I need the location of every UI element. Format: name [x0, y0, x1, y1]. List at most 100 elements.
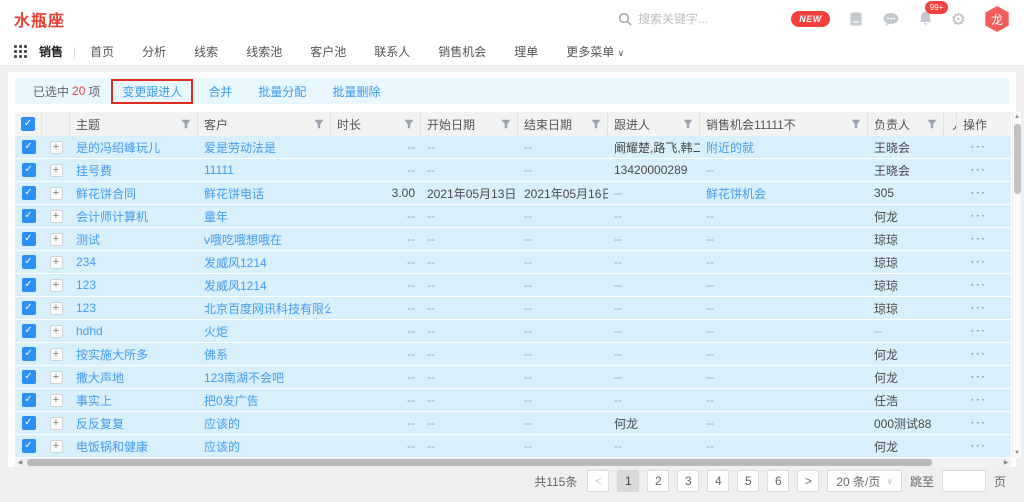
- subject-cell-text[interactable]: 123: [76, 301, 96, 315]
- row-actions-cell[interactable]: ···: [957, 136, 1001, 158]
- subject-cell[interactable]: 测试: [70, 228, 198, 250]
- nav-item-6[interactable]: 销售机会: [438, 43, 486, 60]
- bulk-action-button[interactable]: 批量分配: [258, 83, 306, 100]
- row-actions-cell[interactable]: ···: [957, 366, 1001, 388]
- nav-more-menu[interactable]: 更多菜单 ∨: [566, 43, 624, 60]
- bulk-action-button[interactable]: 合并: [208, 83, 232, 100]
- page-button-3[interactable]: 3: [677, 470, 699, 492]
- expand-row-button[interactable]: +: [50, 141, 63, 154]
- customer-cell[interactable]: 应该的: [198, 412, 331, 434]
- row-actions-cell[interactable]: ···: [957, 251, 1001, 273]
- subject-cell[interactable]: 按实施大所多: [70, 343, 198, 365]
- subject-cell-text[interactable]: 是的冯绍峰玩儿: [76, 139, 160, 156]
- row-checkbox[interactable]: ✓: [22, 370, 36, 384]
- row-checkbox[interactable]: ✓: [22, 301, 36, 315]
- customer-cell[interactable]: v哦吃哦想哦在: [198, 228, 331, 250]
- more-actions-icon[interactable]: ···: [971, 395, 987, 406]
- row-actions-cell[interactable]: ···: [957, 435, 1001, 457]
- page-button-2[interactable]: 2: [647, 470, 669, 492]
- row-checkbox[interactable]: ✓: [22, 209, 36, 223]
- horizontal-scrollbar[interactable]: ◀ ▶: [15, 458, 1011, 467]
- nav-item-3[interactable]: 线索池: [246, 43, 282, 60]
- user-avatar[interactable]: 龙: [984, 6, 1010, 32]
- expand-row-button[interactable]: +: [50, 348, 63, 361]
- subject-cell[interactable]: 鲜花饼合同: [70, 182, 198, 204]
- expand-row-button[interactable]: +: [50, 371, 63, 384]
- nav-item-5[interactable]: 联系人: [374, 43, 410, 60]
- notebook-icon[interactable]: [848, 11, 864, 27]
- subject-cell-text[interactable]: 测试: [76, 231, 100, 248]
- customer-cell-text[interactable]: 11111: [204, 163, 234, 177]
- filter-icon[interactable]: [851, 119, 861, 129]
- subject-cell[interactable]: 反反复复: [70, 412, 198, 434]
- subject-cell-text[interactable]: 按实施大所多: [76, 346, 148, 363]
- subject-cell-text[interactable]: 鲜花饼合同: [76, 185, 136, 202]
- scroll-up-icon[interactable]: ▲: [1014, 112, 1020, 122]
- filter-icon[interactable]: [181, 119, 191, 129]
- customer-cell-text[interactable]: 火炬: [204, 323, 228, 340]
- customer-cell-text[interactable]: 鲜花饼电话: [204, 185, 264, 202]
- row-checkbox[interactable]: ✓: [22, 324, 36, 338]
- subject-cell[interactable]: 电饭锅和健康: [70, 435, 198, 457]
- row-checkbox[interactable]: ✓: [22, 163, 36, 177]
- gear-icon[interactable]: ⚙: [951, 11, 966, 28]
- expand-row-button[interactable]: +: [50, 302, 63, 315]
- customer-cell[interactable]: 鲜花饼电话: [198, 182, 331, 204]
- customer-cell[interactable]: 爱是劳动法是: [198, 136, 331, 158]
- nav-item-4[interactable]: 客户池: [310, 43, 346, 60]
- customer-cell[interactable]: 123南湖不会吧: [198, 366, 331, 388]
- row-actions-cell[interactable]: ···: [957, 389, 1001, 411]
- search-input[interactable]: [638, 12, 788, 26]
- bulk-action-button[interactable]: 变更跟进人: [111, 79, 193, 104]
- expand-row-button[interactable]: +: [50, 210, 63, 223]
- subject-cell[interactable]: 撒大声地: [70, 366, 198, 388]
- customer-cell-text[interactable]: 佛系: [204, 346, 228, 363]
- subject-cell-text[interactable]: 反反复复: [76, 415, 124, 432]
- expand-row-button[interactable]: +: [50, 417, 63, 430]
- subject-cell[interactable]: 会计师计算机: [70, 205, 198, 227]
- page-button-1[interactable]: 1: [617, 470, 639, 492]
- expand-row-button[interactable]: +: [50, 164, 63, 177]
- customer-cell-text[interactable]: 发威风1214: [204, 277, 267, 294]
- subject-cell[interactable]: 234: [70, 251, 198, 273]
- row-actions-cell[interactable]: ···: [957, 228, 1001, 250]
- subject-cell-text[interactable]: 电饭锅和健康: [76, 438, 148, 455]
- customer-cell[interactable]: 佛系: [198, 343, 331, 365]
- jump-page-input[interactable]: [942, 470, 986, 492]
- expand-row-button[interactable]: +: [50, 187, 63, 200]
- more-actions-icon[interactable]: ···: [971, 234, 987, 245]
- subject-cell[interactable]: 123: [70, 274, 198, 296]
- vertical-scrollbar[interactable]: ▲ ▼: [1012, 112, 1021, 458]
- bulk-action-button[interactable]: 批量删除: [332, 83, 380, 100]
- subject-cell-text[interactable]: 挂号费: [76, 162, 112, 179]
- nav-item-0[interactable]: 首页: [90, 43, 114, 60]
- expand-row-button[interactable]: +: [50, 233, 63, 246]
- subject-cell[interactable]: 是的冯绍峰玩儿: [70, 136, 198, 158]
- subject-cell[interactable]: hdhd: [70, 320, 198, 342]
- subject-cell-text[interactable]: 会计师计算机: [76, 208, 148, 225]
- row-checkbox[interactable]: ✓: [22, 232, 36, 246]
- chat-icon[interactable]: [882, 12, 900, 27]
- more-actions-icon[interactable]: ···: [971, 326, 987, 337]
- row-actions-cell[interactable]: ···: [957, 297, 1001, 319]
- subject-cell[interactable]: 123: [70, 297, 198, 319]
- more-actions-icon[interactable]: ···: [971, 188, 987, 199]
- row-checkbox[interactable]: ✓: [22, 140, 36, 154]
- subject-cell-text[interactable]: 事实上: [76, 392, 112, 409]
- filter-icon[interactable]: [927, 119, 937, 129]
- more-actions-icon[interactable]: ···: [971, 280, 987, 291]
- more-actions-icon[interactable]: ···: [971, 349, 987, 360]
- customer-cell-text[interactable]: 应该的: [204, 438, 240, 455]
- customer-cell[interactable]: 把0发广告: [198, 389, 331, 411]
- opportunity-cell[interactable]: 附近的就: [700, 136, 868, 158]
- row-actions-cell[interactable]: ···: [957, 320, 1001, 342]
- scroll-left-icon[interactable]: ◀: [15, 459, 25, 466]
- more-actions-icon[interactable]: ···: [971, 211, 987, 222]
- subject-cell[interactable]: 事实上: [70, 389, 198, 411]
- nav-item-1[interactable]: 分析: [142, 43, 166, 60]
- customer-cell[interactable]: 火炬: [198, 320, 331, 342]
- vertical-scroll-thumb[interactable]: [1014, 124, 1021, 194]
- filter-icon[interactable]: [501, 119, 511, 129]
- customer-cell[interactable]: 应该的: [198, 435, 331, 457]
- subject-cell-text[interactable]: 撒大声地: [76, 369, 124, 386]
